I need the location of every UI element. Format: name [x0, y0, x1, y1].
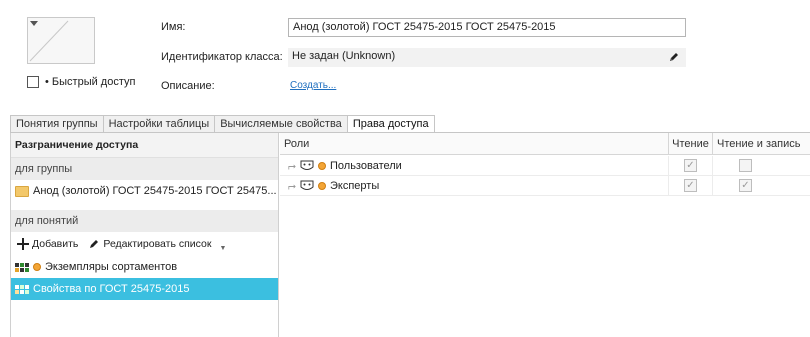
classid-label: Идентификатор класса:: [161, 51, 283, 63]
concepts-toolbar: Добавить Редактировать список ▼: [11, 232, 278, 256]
concept-item[interactable]: Экземпляры сортаментов: [11, 256, 278, 278]
description-label: Описание:: [161, 80, 215, 92]
quick-access-checkbox[interactable]: [27, 76, 39, 88]
quick-access[interactable]: • Быстрый доступ: [27, 76, 135, 88]
access-panel-title: Разграничение доступа: [11, 133, 278, 158]
state-dot-icon: [33, 263, 41, 271]
table-row[interactable]: ⮣ Пользователи ✓: [280, 156, 810, 176]
role-name: Эксперты: [330, 180, 380, 192]
group-section-label: для группы: [11, 158, 278, 180]
plus-icon: [17, 238, 29, 250]
edit-pencil-icon[interactable]: [668, 51, 680, 63]
read-header[interactable]: Чтение: [668, 133, 712, 155]
pencil-icon: [90, 240, 99, 248]
tab-access-rights[interactable]: Права доступа: [346, 115, 435, 133]
chevron-down-icon[interactable]: [28, 18, 40, 28]
edit-list-button[interactable]: Редактировать список: [88, 238, 211, 250]
role-mask-icon: [300, 180, 314, 190]
read-write-checkbox[interactable]: [739, 159, 752, 172]
concept-item-selected[interactable]: Свойства по ГОСТ 25475-2015: [11, 278, 278, 300]
read-write-checkbox[interactable]: ✓: [739, 179, 752, 192]
concepts-section-label: для понятий: [11, 210, 278, 232]
role-mask-icon: [300, 160, 314, 170]
roles-header[interactable]: Роли: [280, 133, 668, 155]
create-description-link[interactable]: Создать...: [290, 80, 336, 91]
state-dot-icon: [318, 182, 326, 190]
read-write-header[interactable]: Чтение и запись: [712, 133, 810, 155]
quick-access-label: • Быстрый доступ: [45, 76, 136, 88]
tab-table-settings[interactable]: Настройки таблицы: [102, 115, 215, 133]
table-row[interactable]: ⮣ Эксперты ✓ ✓: [280, 176, 810, 196]
group-item-label: Анод (золотой) ГОСТ 25475-2015 ГОСТ 2547…: [33, 185, 277, 197]
access-window: • Быстрый доступ Имя: Анод (золотой) ГОС…: [0, 0, 810, 337]
role-name: Пользователи: [330, 160, 402, 172]
concept-item-label: Экземпляры сортаментов: [45, 261, 178, 273]
tab-group-concepts[interactable]: Понятия группы: [10, 115, 103, 133]
group-item[interactable]: Анод (золотой) ГОСТ 25475-2015 ГОСТ 2547…: [11, 180, 278, 202]
add-button[interactable]: Добавить: [17, 238, 78, 250]
classid-field: Не задан (Unknown): [288, 48, 686, 67]
name-input[interactable]: Анод (золотой) ГОСТ 25475-2015 ГОСТ 2547…: [288, 18, 686, 37]
read-checkbox[interactable]: ✓: [684, 179, 697, 192]
add-button-label: Добавить: [32, 238, 79, 250]
state-dot-icon: [318, 162, 326, 170]
tab-bar: Понятия группы Настройки таблицы Вычисля…: [10, 115, 435, 133]
concept-grid-icon: [15, 262, 29, 272]
toolbar-overflow-icon[interactable]: ▼: [219, 245, 226, 252]
inherit-arrow-icon: ⮣: [288, 160, 296, 172]
edit-list-label: Редактировать список: [103, 238, 212, 250]
concept-grid-icon: [15, 284, 29, 294]
tab-computed-properties[interactable]: Вычисляемые свойства: [214, 115, 347, 133]
roles-table: Роли Чтение Чтение и запись ⮣ Пользовате…: [280, 133, 810, 337]
read-checkbox[interactable]: ✓: [684, 159, 697, 172]
concept-item-label: Свойства по ГОСТ 25475-2015: [33, 283, 190, 295]
name-label: Имя:: [161, 21, 186, 33]
inherit-arrow-icon: ⮣: [288, 180, 296, 192]
icon-picker[interactable]: [27, 17, 95, 64]
folder-icon: [15, 185, 29, 197]
access-panel: Разграничение доступа для группы Анод (з…: [10, 133, 279, 337]
